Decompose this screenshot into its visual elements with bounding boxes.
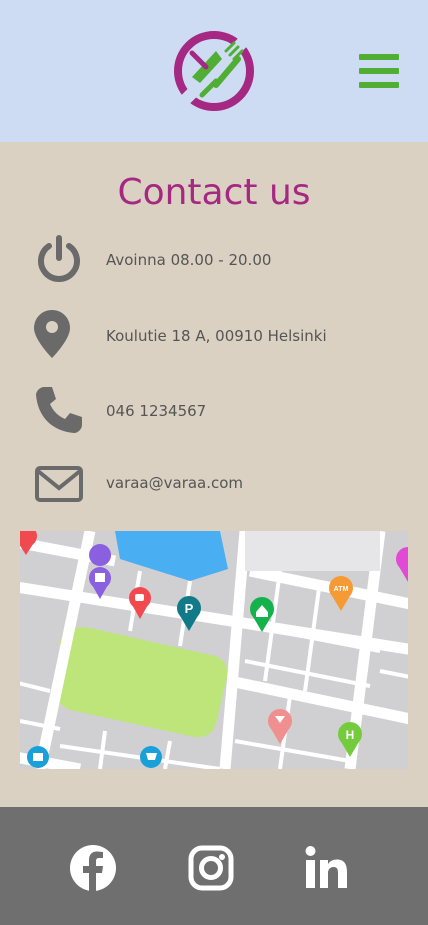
contact-section: Contact us Avoinna 08.00 - 20.00 Kouluti…	[0, 142, 428, 807]
parking-pin-label: P	[185, 601, 194, 616]
phone-icon	[36, 387, 82, 433]
restaurant-logo-icon[interactable]	[172, 29, 256, 113]
hamburger-menu-icon[interactable]	[359, 54, 399, 89]
header	[0, 0, 428, 142]
atm-pin-label: ATM	[334, 586, 349, 593]
map[interactable]: P ATM H	[20, 531, 408, 769]
contact-address-row: Koulutie 18 A, 00910 Helsinki	[0, 310, 428, 370]
contact-email-row: varaa@varaa.com	[0, 462, 428, 522]
contact-phone-row: 046 1234567	[0, 385, 428, 445]
mail-icon	[35, 466, 83, 502]
map-illustration: P ATM H	[20, 531, 408, 769]
contact-hours-row: Avoinna 08.00 - 20.00	[0, 234, 428, 294]
page-title: Contact us	[117, 172, 311, 213]
instagram-icon[interactable]	[186, 843, 236, 893]
address-text: Koulutie 18 A, 00910 Helsinki	[106, 327, 327, 345]
footer	[0, 807, 428, 925]
email-text[interactable]: varaa@varaa.com	[106, 474, 243, 492]
power-icon	[38, 235, 80, 282]
hours-text: Avoinna 08.00 - 20.00	[106, 251, 272, 269]
phone-text[interactable]: 046 1234567	[106, 402, 206, 420]
hospital-pin-label: H	[346, 728, 355, 742]
linkedin-icon[interactable]	[302, 843, 352, 893]
location-pin-icon	[34, 310, 70, 358]
facebook-icon[interactable]	[68, 843, 118, 893]
